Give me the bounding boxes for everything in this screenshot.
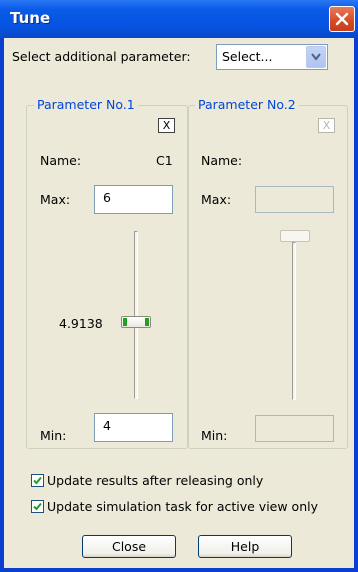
param1-min-field[interactable]: 4 [94, 413, 173, 442]
active-view-only-checkbox[interactable] [31, 500, 44, 513]
param1-max-label: Max: [40, 192, 71, 207]
remove-parameter-2-button[interactable]: X [318, 118, 335, 133]
param1-slider-thumb[interactable] [121, 316, 151, 328]
check-icon [33, 476, 42, 485]
chevron-down-icon [311, 53, 321, 61]
param1-max-field[interactable]: 6 [94, 185, 173, 214]
param1-current-value: 4.9138 [59, 316, 103, 331]
param1-name-label: Name: [40, 153, 82, 168]
title-bar[interactable]: Tune [0, 0, 358, 38]
remove-parameter-1-button[interactable]: X [158, 118, 175, 133]
help-button[interactable]: Help [198, 535, 292, 558]
parameter-1-title: Parameter No.1 [34, 97, 138, 112]
param2-max-field[interactable] [255, 186, 334, 213]
additional-parameter-select[interactable]: Select... [216, 44, 328, 70]
select-dropdown-button[interactable] [306, 46, 326, 68]
param1-min-label: Min: [40, 428, 67, 443]
check-icon [33, 502, 42, 511]
parameter-2-title: Parameter No.2 [195, 97, 299, 112]
param2-slider-thumb[interactable] [280, 230, 310, 242]
select-param-label: Select additional parameter: [12, 49, 191, 64]
select-value: Select... [222, 49, 273, 64]
window-title: Tune [10, 9, 51, 27]
param1-slider-track[interactable] [134, 231, 138, 399]
param2-min-label: Min: [201, 428, 228, 443]
close-icon [335, 12, 349, 26]
active-view-only-label[interactable]: Update simulation task for active view o… [47, 499, 318, 514]
close-button[interactable]: Close [82, 535, 176, 558]
update-on-release-checkbox[interactable] [31, 474, 44, 487]
window-close-button[interactable] [329, 6, 355, 32]
param2-slider-track[interactable] [292, 242, 296, 400]
param2-min-field[interactable] [255, 415, 334, 442]
param1-name-value: C1 [156, 153, 173, 168]
update-on-release-label[interactable]: Update results after releasing only [47, 473, 263, 488]
param2-name-label: Name: [201, 153, 243, 168]
param2-max-label: Max: [201, 192, 232, 207]
